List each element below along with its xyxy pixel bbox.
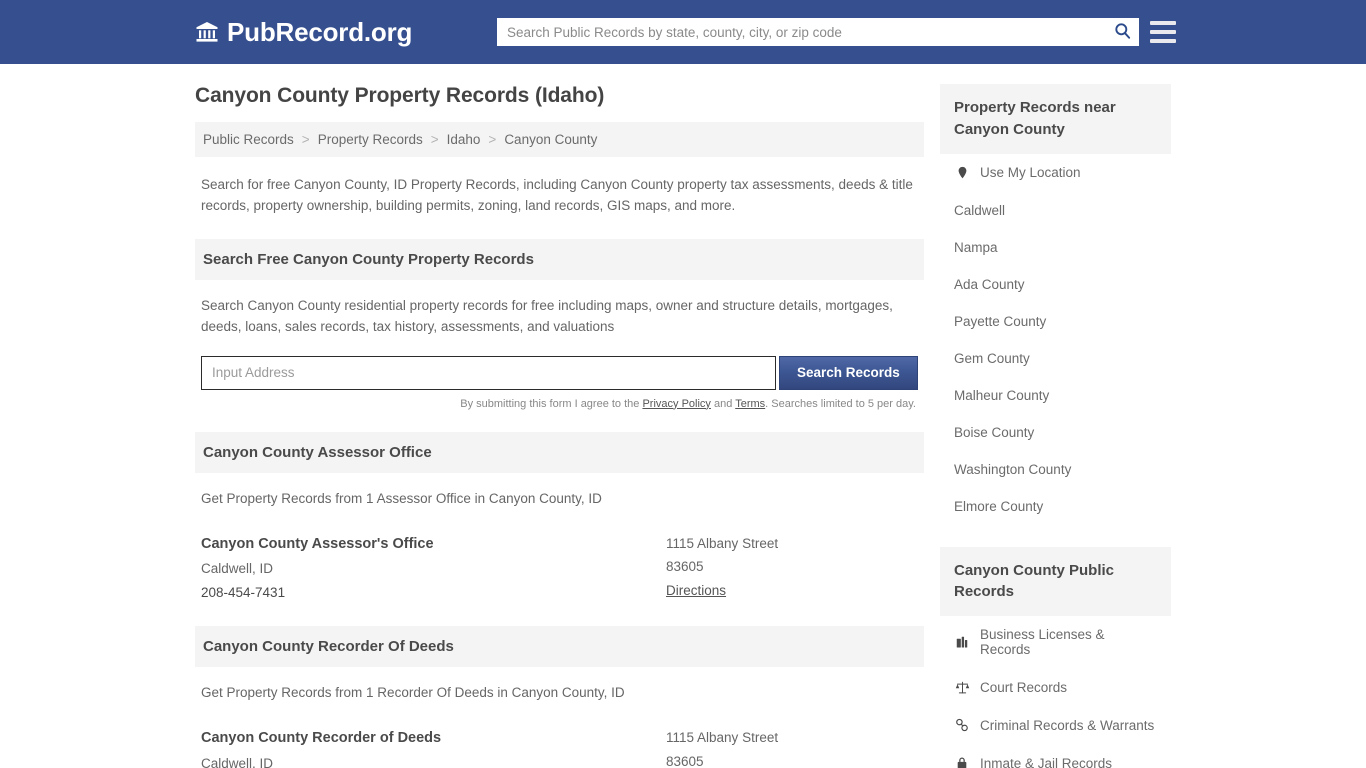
- office-phone: 208-454-7431: [201, 584, 286, 600]
- search-section-description: Search Canyon County residential propert…: [201, 297, 893, 334]
- search-section-body: Search Canyon County residential propert…: [195, 280, 924, 410]
- sidebar-item-label: Inmate & Jail Records: [980, 755, 1113, 768]
- page-title: Canyon County Property Records (Idaho): [195, 84, 605, 107]
- disclaimer-suffix: . Searches limited to 5 per day.: [765, 397, 916, 410]
- sidebar-nearby-list: Use My Location Caldwell Nampa Ada Count…: [940, 154, 1171, 525]
- header-search-bar: [497, 18, 1139, 46]
- terms-link[interactable]: Terms: [735, 398, 765, 410]
- handcuffs-icon: [954, 717, 970, 733]
- office-zip: 83605: [666, 559, 704, 575]
- sidebar-item-business-licenses[interactable]: Business Licenses & Records: [954, 616, 1157, 668]
- scales-of-justice-icon: [954, 679, 970, 695]
- assessor-office-description: Get Property Records from 1 Assessor Off…: [201, 490, 602, 506]
- briefcase-icon: [954, 634, 970, 650]
- address-search-form: Search Records: [201, 355, 918, 390]
- sidebar-nearby-heading: Property Records near Canyon County: [940, 84, 1171, 154]
- office-left-column: Canyon County Assessor's Office Caldwell…: [201, 532, 666, 605]
- office-left-column: Canyon County Recorder of Deeds Caldwell…: [201, 726, 666, 768]
- breadcrumb-separator-icon: >: [430, 132, 439, 147]
- breadcrumb-separator-icon: >: [488, 132, 497, 147]
- hamburger-bar: [1150, 39, 1176, 43]
- office-record-row: Canyon County Recorder of Deeds Caldwell…: [201, 704, 918, 768]
- office-name: Canyon County Recorder of Deeds: [201, 730, 442, 747]
- breadcrumb: Public Records > Property Records > Idah…: [195, 122, 924, 157]
- sidebar-item-label: Court Records: [980, 679, 1068, 695]
- breadcrumb-item-public-records[interactable]: Public Records: [203, 132, 294, 147]
- recorder-of-deeds-description: Get Property Records from 1 Recorder Of …: [201, 685, 625, 701]
- assessor-office-heading: Canyon County Assessor Office: [195, 431, 924, 473]
- bank-building-icon: [195, 20, 219, 44]
- office-directions-link[interactable]: Directions: [666, 579, 726, 603]
- sidebar-item-label: Nampa: [954, 239, 998, 255]
- sidebar-item-label: Gem County: [954, 350, 1030, 366]
- form-disclaimer: By submitting this form I agree to the P…: [201, 390, 918, 410]
- office-right-column: 1115 Albany Street 83605 Directions: [666, 532, 918, 605]
- hamburger-bar: [1150, 30, 1176, 34]
- search-input[interactable]: [497, 19, 1105, 45]
- sidebar-item-gem-county[interactable]: Gem County: [954, 340, 1157, 377]
- sidebar-item-caldwell[interactable]: Caldwell: [954, 192, 1157, 229]
- sidebar-item-washington-county[interactable]: Washington County: [954, 451, 1157, 488]
- sidebar-item-label: Boise County: [954, 424, 1035, 440]
- office-zip: 83605: [666, 753, 704, 768]
- sidebar-item-label: Malheur County: [954, 387, 1050, 403]
- sidebar-item-label: Payette County: [954, 313, 1047, 329]
- sidebar-item-nampa[interactable]: Nampa: [954, 229, 1157, 266]
- sidebar-item-ada-county[interactable]: Ada County: [954, 266, 1157, 303]
- recorder-of-deeds-body: Get Property Records from 1 Recorder Of …: [195, 667, 924, 768]
- breadcrumb-separator-icon: >: [301, 132, 310, 147]
- sidebar-item-court-records[interactable]: Court Records: [954, 668, 1157, 706]
- search-submit-button[interactable]: [1105, 18, 1139, 46]
- hamburger-menu-icon[interactable]: [1150, 18, 1176, 46]
- sidebar-item-label: Business Licenses & Records: [980, 627, 1105, 657]
- sidebar-item-elmore-county[interactable]: Elmore County: [954, 488, 1157, 525]
- office-name: Canyon County Assessor's Office: [201, 535, 434, 552]
- privacy-policy-link[interactable]: Privacy Policy: [642, 398, 710, 410]
- hamburger-bar: [1150, 21, 1176, 25]
- brand-name: PubRecord.org: [227, 16, 413, 47]
- sidebar-item-inmate-jail-records[interactable]: Inmate & Jail Records: [954, 744, 1157, 768]
- disclaimer-and: and: [710, 397, 736, 410]
- map-pin-icon: [954, 165, 970, 181]
- address-input[interactable]: [201, 355, 776, 390]
- sidebar-item-malheur-county[interactable]: Malheur County: [954, 377, 1157, 414]
- disclaimer-prefix: By submitting this form I agree to the: [460, 397, 643, 410]
- breadcrumb-item-property-records[interactable]: Property Records: [318, 132, 423, 147]
- breadcrumb-item-idaho[interactable]: Idaho: [447, 132, 481, 147]
- sidebar: Property Records near Canyon County Use …: [940, 84, 1171, 768]
- office-record-row: Canyon County Assessor's Office Caldwell…: [201, 510, 918, 605]
- office-street: 1115 Albany Street: [666, 535, 779, 551]
- sidebar-item-label: Ada County: [954, 276, 1025, 292]
- breadcrumb-item-canyon-county[interactable]: Canyon County: [504, 132, 597, 147]
- search-icon: [1113, 21, 1132, 43]
- recorder-of-deeds-heading: Canyon County Recorder Of Deeds: [195, 626, 924, 668]
- search-records-button[interactable]: Search Records: [778, 355, 918, 390]
- sidebar-item-label: Washington County: [954, 461, 1072, 477]
- assessor-office-body: Get Property Records from 1 Assessor Off…: [195, 473, 924, 605]
- office-city-state: Caldwell, ID: [201, 755, 274, 768]
- sidebar-public-records-list: Business Licenses & Records Court Record…: [940, 616, 1171, 768]
- lock-icon: [954, 755, 970, 768]
- sidebar-item-boise-county[interactable]: Boise County: [954, 414, 1157, 451]
- site-header: PubRecord.org: [0, 0, 1366, 64]
- sidebar-item-label: Caldwell: [954, 202, 1006, 218]
- site-logo-link[interactable]: PubRecord.org: [195, 17, 412, 48]
- sidebar-item-label: Use My Location: [980, 165, 1081, 180]
- sidebar-item-label: Criminal Records & Warrants: [980, 717, 1155, 733]
- main-content: Canyon County Property Records (Idaho) P…: [195, 84, 924, 768]
- page-container: Canyon County Property Records (Idaho) P…: [0, 64, 1366, 768]
- office-right-column: 1115 Albany Street 83605 Directions: [666, 726, 918, 768]
- sidebar-item-use-my-location[interactable]: Use My Location: [954, 154, 1157, 192]
- sidebar-public-records-heading: Canyon County Public Records: [940, 546, 1171, 616]
- search-section-heading: Search Free Canyon County Property Recor…: [195, 238, 924, 280]
- office-street: 1115 Albany Street: [666, 730, 779, 746]
- page-intro-text: Search for free Canyon County, ID Proper…: [201, 177, 913, 213]
- sidebar-item-criminal-records[interactable]: Criminal Records & Warrants: [954, 706, 1157, 744]
- office-city-state: Caldwell, ID: [201, 560, 274, 576]
- sidebar-item-label: Elmore County: [954, 498, 1044, 514]
- sidebar-item-payette-county[interactable]: Payette County: [954, 303, 1157, 340]
